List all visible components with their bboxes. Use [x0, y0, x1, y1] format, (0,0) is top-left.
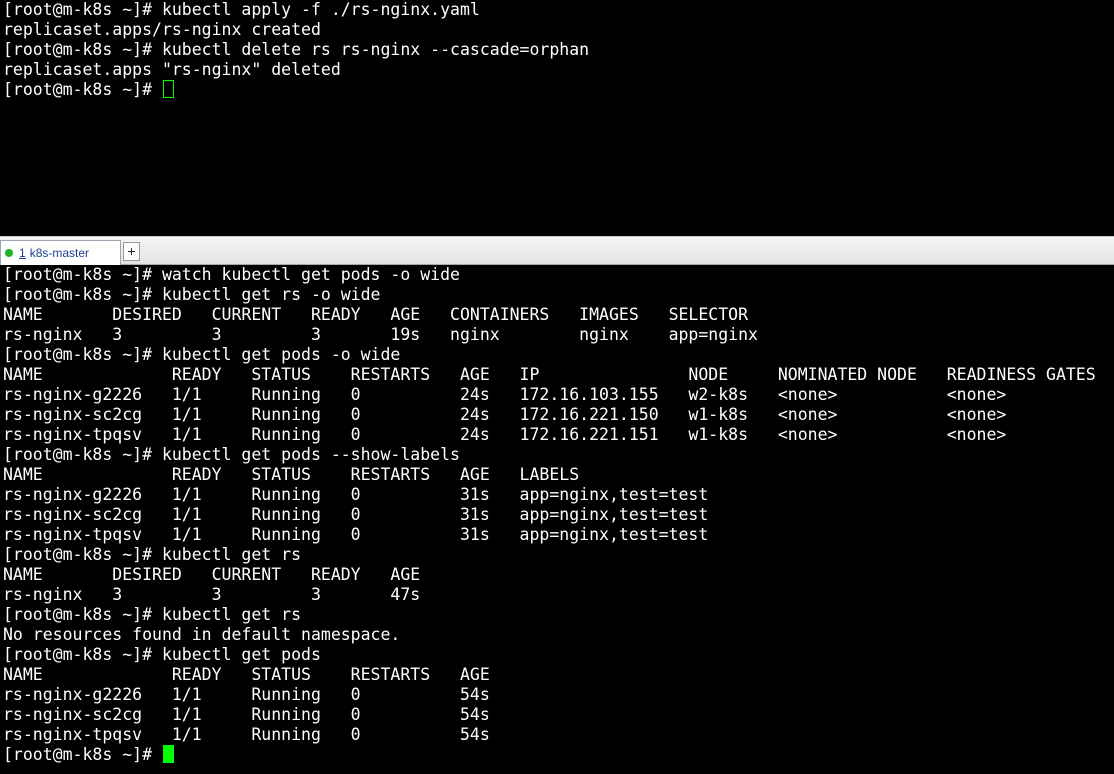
- connected-status-icon: [5, 249, 13, 257]
- terminal-line: [root@m-k8s ~]# kubectl get rs: [0, 545, 1114, 565]
- terminal-text: rs-nginx-sc2cg 1/1 Running 0 54s: [3, 705, 490, 724]
- terminal-text: [root@m-k8s ~]# kubectl get pods: [3, 645, 321, 664]
- terminal-line: rs-nginx-sc2cg 1/1 Running 0 31s app=ngi…: [0, 505, 1114, 525]
- session-tab-bar: 1 k8s-master +: [0, 236, 1114, 265]
- terminal-text: NAME DESIRED CURRENT READY AGE CONTAINER…: [3, 305, 749, 324]
- terminal-line: [root@m-k8s ~]# kubectl get pods: [0, 645, 1114, 665]
- terminal-line: [root@m-k8s ~]# kubectl get rs: [0, 605, 1114, 625]
- terminal-line: No resources found in default namespace.: [0, 625, 1114, 645]
- terminal-text: [root@m-k8s ~]# kubectl apply -f ./rs-ng…: [3, 0, 480, 19]
- terminal-text: rs-nginx 3 3 3 19s nginx nginx app=nginx: [3, 325, 758, 344]
- terminal-line: [root@m-k8s ~]# kubectl get pods -o wide: [0, 345, 1114, 365]
- terminal-text: rs-nginx-g2226 1/1 Running 0 31s app=ngi…: [3, 485, 709, 504]
- terminal-line: NAME READY STATUS RESTARTS AGE: [0, 665, 1114, 685]
- terminal-line: rs-nginx-tpqsv 1/1 Running 0 24s 172.16.…: [0, 425, 1114, 445]
- terminal-prompt-line: [root@m-k8s ~]#: [0, 80, 1114, 100]
- terminal-text: rs-nginx-g2226 1/1 Running 0 54s: [3, 685, 490, 704]
- terminal-text: rs-nginx-g2226 1/1 Running 0 24s 172.16.…: [3, 385, 1007, 404]
- terminal-prompt-line: [root@m-k8s ~]#: [0, 745, 1114, 765]
- terminal-text: NAME READY STATUS RESTARTS AGE IP NODE N…: [3, 365, 1096, 384]
- terminal-line: rs-nginx-g2226 1/1 Running 0 24s 172.16.…: [0, 385, 1114, 405]
- terminal-line: [root@m-k8s ~]# kubectl delete rs rs-ngi…: [0, 40, 1114, 60]
- terminal-text: NAME READY STATUS RESTARTS AGE LABELS: [3, 465, 580, 484]
- terminal-text: [root@m-k8s ~]# kubectl get pods --show-…: [3, 445, 460, 464]
- terminal-line: [root@m-k8s ~]# watch kubectl get pods -…: [0, 265, 1114, 285]
- terminal-text: rs-nginx-tpqsv 1/1 Running 0 24s 172.16.…: [3, 425, 1007, 444]
- terminal-pane-top[interactable]: [root@m-k8s ~]# kubectl apply -f ./rs-ng…: [0, 0, 1114, 236]
- terminal-text: rs-nginx 3 3 3 47s: [3, 585, 421, 604]
- tab-label: k8s-master: [29, 246, 90, 260]
- terminal-text: NAME DESIRED CURRENT READY AGE: [3, 565, 421, 584]
- terminal-line: rs-nginx 3 3 3 19s nginx nginx app=nginx: [0, 325, 1114, 345]
- terminal-line: [root@m-k8s ~]# kubectl get rs -o wide: [0, 285, 1114, 305]
- terminal-line: rs-nginx-g2226 1/1 Running 0 54s: [0, 685, 1114, 705]
- terminal-line: NAME READY STATUS RESTARTS AGE IP NODE N…: [0, 365, 1114, 385]
- terminal-text: [root@m-k8s ~]# kubectl get rs -o wide: [3, 285, 381, 304]
- tab-number: 1: [19, 246, 26, 260]
- terminal-line: rs-nginx-tpqsv 1/1 Running 0 54s: [0, 725, 1114, 745]
- tab-k8s-master[interactable]: 1 k8s-master: [0, 240, 121, 265]
- terminal-line: rs-nginx-sc2cg 1/1 Running 0 24s 172.16.…: [0, 405, 1114, 425]
- terminal-text: rs-nginx-tpqsv 1/1 Running 0 54s: [3, 725, 490, 744]
- terminal-pane-bottom[interactable]: [root@m-k8s ~]# watch kubectl get pods -…: [0, 265, 1114, 774]
- terminal-prompt: [root@m-k8s ~]#: [3, 745, 162, 764]
- terminal-text: replicaset.apps "rs-nginx" deleted: [3, 60, 341, 79]
- terminal-text: No resources found in default namespace.: [3, 625, 401, 644]
- terminal-line: NAME DESIRED CURRENT READY AGE: [0, 565, 1114, 585]
- terminal-cursor: [162, 745, 174, 763]
- terminal-line: NAME DESIRED CURRENT READY AGE CONTAINER…: [0, 305, 1114, 325]
- terminal-line: replicaset.apps/rs-nginx created: [0, 20, 1114, 40]
- terminal-line: rs-nginx 3 3 3 47s: [0, 585, 1114, 605]
- terminal-line: [root@m-k8s ~]# kubectl get pods --show-…: [0, 445, 1114, 465]
- terminal-text: [root@m-k8s ~]# kubectl get rs: [3, 605, 302, 624]
- terminal-text: [root@m-k8s ~]# kubectl get rs: [3, 545, 302, 564]
- terminal-prompt: [root@m-k8s ~]#: [3, 80, 162, 99]
- terminal-text: [root@m-k8s ~]# watch kubectl get pods -…: [3, 265, 460, 284]
- terminal-line: [root@m-k8s ~]# kubectl apply -f ./rs-ng…: [0, 0, 1114, 20]
- terminal-line: rs-nginx-sc2cg 1/1 Running 0 54s: [0, 705, 1114, 725]
- terminal-text: replicaset.apps/rs-nginx created: [3, 20, 321, 39]
- terminal-line: replicaset.apps "rs-nginx" deleted: [0, 60, 1114, 80]
- terminal-line: NAME READY STATUS RESTARTS AGE LABELS: [0, 465, 1114, 485]
- terminal-text: rs-nginx-sc2cg 1/1 Running 0 24s 172.16.…: [3, 405, 1007, 424]
- terminal-line: rs-nginx-tpqsv 1/1 Running 0 31s app=ngi…: [0, 525, 1114, 545]
- terminal-line: rs-nginx-g2226 1/1 Running 0 31s app=ngi…: [0, 485, 1114, 505]
- terminal-text: rs-nginx-sc2cg 1/1 Running 0 31s app=ngi…: [3, 505, 709, 524]
- terminal-text: [root@m-k8s ~]# kubectl get pods -o wide: [3, 345, 401, 364]
- terminal-text: rs-nginx-tpqsv 1/1 Running 0 31s app=ngi…: [3, 525, 709, 544]
- new-tab-button[interactable]: +: [123, 242, 140, 261]
- terminal-text: NAME READY STATUS RESTARTS AGE: [3, 665, 490, 684]
- terminal-text: [root@m-k8s ~]# kubectl delete rs rs-ngi…: [3, 40, 590, 59]
- terminal-cursor: [162, 80, 174, 98]
